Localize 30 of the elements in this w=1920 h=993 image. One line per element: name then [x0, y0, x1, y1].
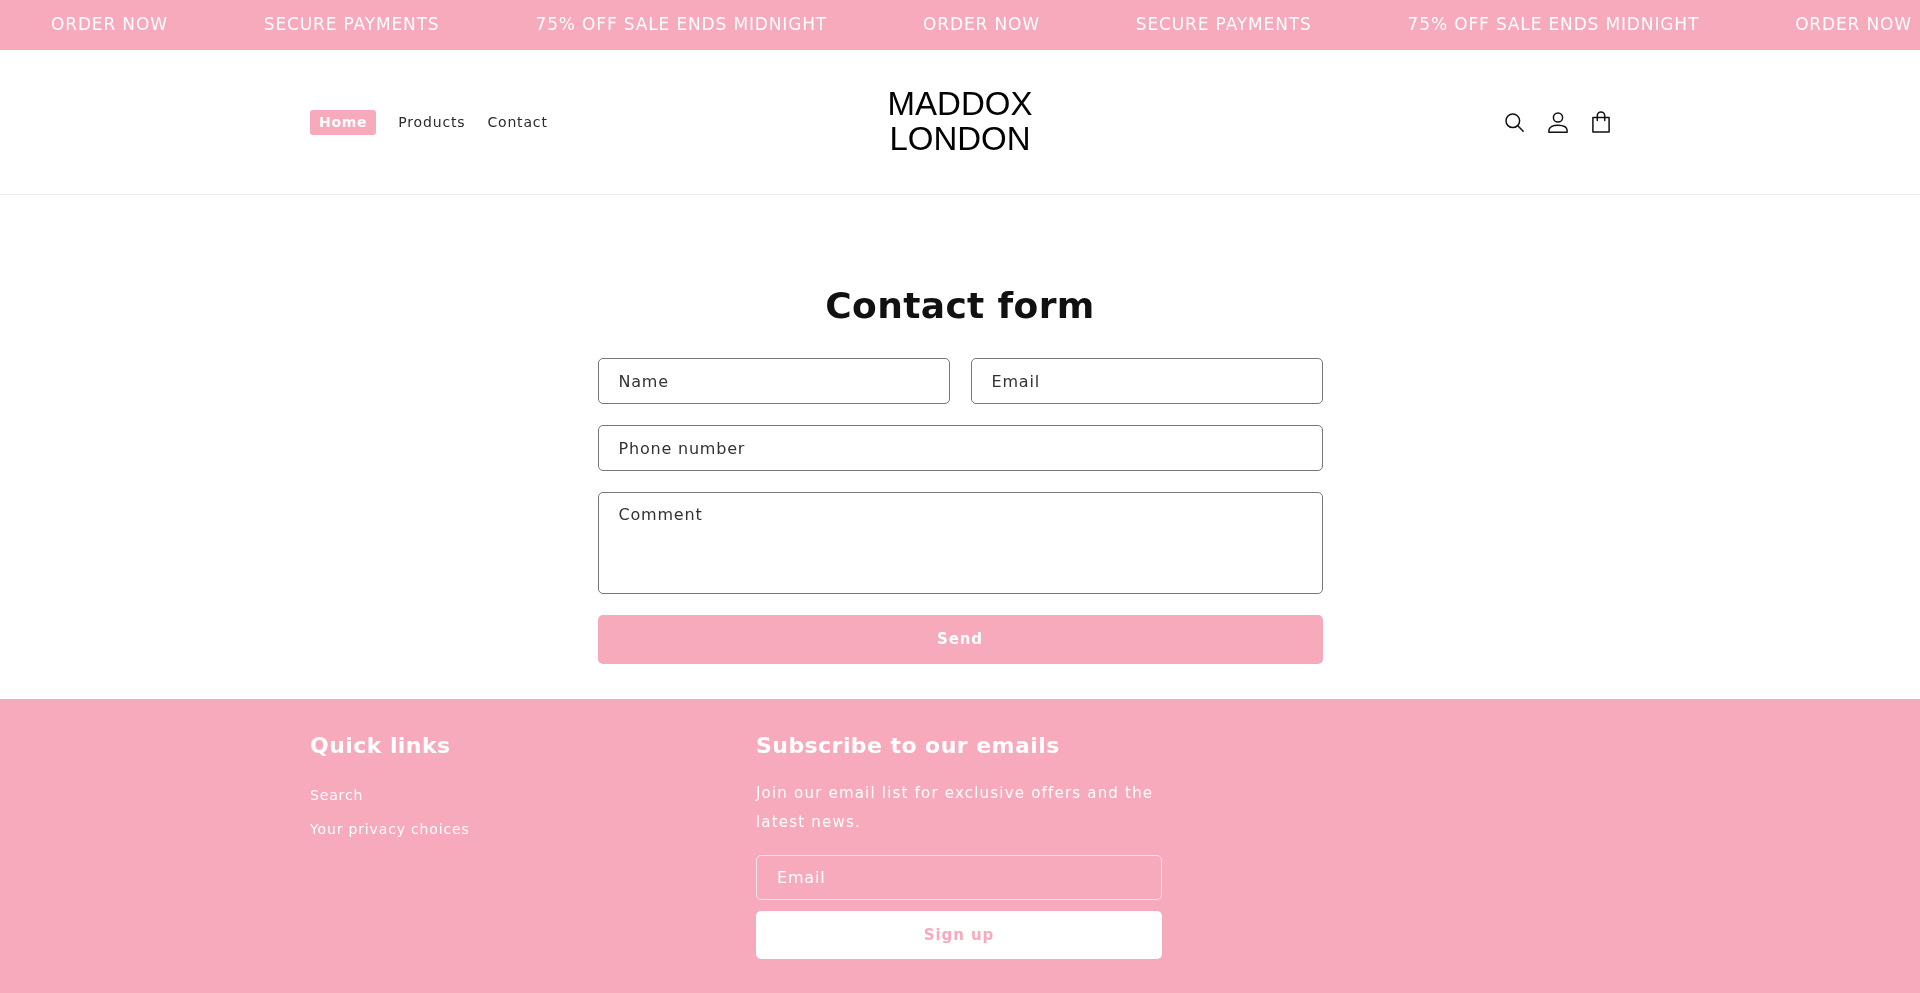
cart-button[interactable]	[1592, 111, 1610, 133]
account-button[interactable]	[1548, 111, 1568, 133]
input-field[interactable]: Name	[597, 358, 950, 404]
newsletter-text: Join our email list for exclusive offers and the latest news.	[756, 783, 1155, 833]
user-icon	[1548, 111, 1568, 133]
footer-heading: Subscribe to our emails	[756, 732, 1061, 760]
announcement-text: 75% OFF SALE ENDS MIDNIGHT	[1407, 13, 1700, 37]
input-field[interactable]: Phone number	[597, 425, 1323, 471]
announcement-text: SECURE PAYMENTS	[263, 13, 440, 37]
search-icon	[1505, 112, 1524, 132]
nav-link[interactable]: Contact	[487, 109, 548, 135]
nav-link[interactable]: Products	[398, 109, 466, 135]
announcement-text: ORDER NOW	[1795, 13, 1912, 37]
nav-link[interactable]: Home	[310, 109, 377, 135]
footer-heading: Quick links	[310, 732, 452, 760]
signup-button[interactable]: Sign up	[756, 911, 1162, 959]
search-button[interactable]	[1505, 112, 1524, 132]
footer-link[interactable]: Your privacy choices	[310, 817, 470, 841]
announcement-text: 75% OFF SALE ENDS MIDNIGHT	[535, 13, 828, 37]
footer-link[interactable]: Search	[310, 783, 364, 807]
page-title: Contact form	[825, 284, 1095, 328]
announcement-text: SECURE PAYMENTS	[1135, 13, 1312, 37]
submit-button[interactable]: Send	[597, 615, 1323, 664]
comment-field[interactable]: Comment	[597, 492, 1323, 594]
store-logo[interactable]: MADDOX LONDON	[887, 87, 1033, 157]
shopping-bag-icon	[1592, 111, 1610, 133]
input-field[interactable]: Email	[970, 358, 1323, 404]
announcement-text: ORDER NOW	[51, 13, 168, 37]
announcement-text: ORDER NOW	[923, 13, 1040, 37]
email-field[interactable]: Email	[756, 855, 1162, 900]
